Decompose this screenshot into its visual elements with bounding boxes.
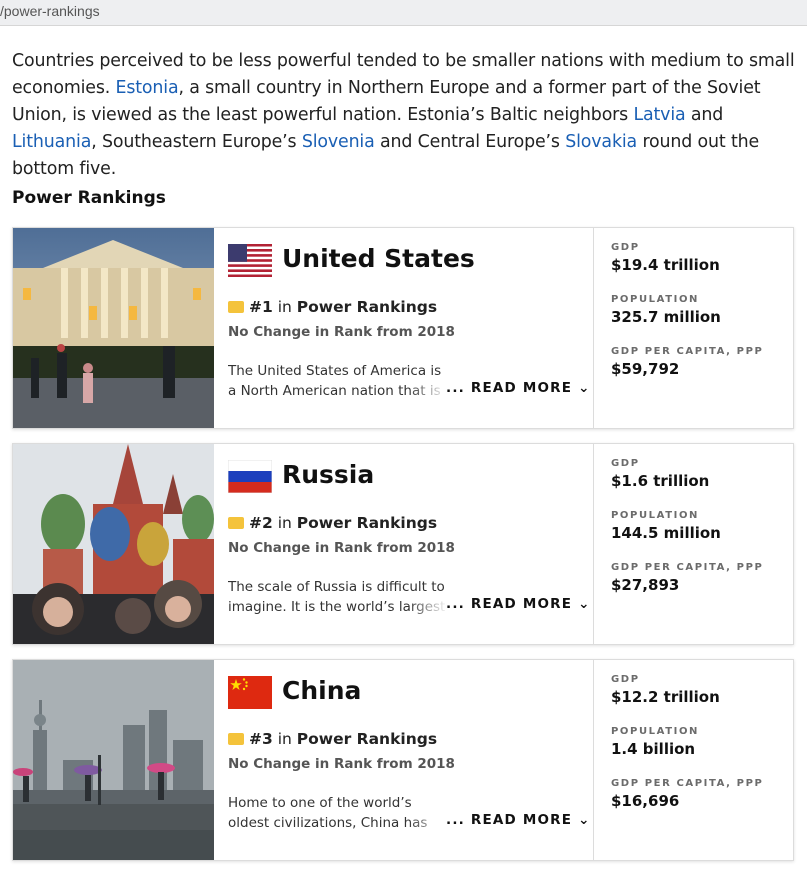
section-title: Power Rankings: [12, 188, 166, 208]
stat-label: POPULATION: [611, 294, 700, 305]
stat-value: $59,792: [611, 360, 680, 378]
text-fade: [408, 381, 448, 401]
stat-label: GDP: [611, 674, 640, 685]
stat-label: GDP PER CAPITA, PPP: [611, 346, 764, 357]
address-bar-text: /power-rankings: [0, 3, 100, 19]
rank-in: in: [272, 730, 297, 748]
country-photo[interactable]: [13, 444, 214, 644]
stat-label: GDP PER CAPITA, PPP: [611, 562, 764, 573]
stat-label: GDP: [611, 458, 640, 469]
ranking-card-russia: Russia #2 in Power Rankings No Change in…: [12, 443, 794, 645]
rank-list-link[interactable]: Power Rankings: [297, 298, 437, 316]
intro-text: , Southeastern Europe’s: [91, 132, 302, 152]
stat-value: $19.4 trillion: [611, 256, 720, 274]
ranking-card-united-states: United States #1 in Power Rankings No Ch…: [12, 227, 794, 429]
stat-value: 1.4 billion: [611, 740, 696, 758]
rank-in: in: [272, 514, 297, 532]
stat-label: POPULATION: [611, 726, 700, 737]
country-description: The scale of Russia is difficult to imag…: [228, 577, 448, 617]
stat-label: POPULATION: [611, 510, 700, 521]
rank-change: No Change in Rank from 2018: [228, 756, 455, 772]
read-more-button[interactable]: ... READ MORE ⌄: [446, 596, 591, 612]
country-name[interactable]: Russia: [282, 460, 374, 489]
country-description: The United States of America is a North …: [228, 361, 448, 401]
ribbon-icon: [228, 517, 244, 529]
card-main: Russia #2 in Power Rankings No Change in…: [228, 444, 593, 644]
stat-value: $12.2 trillion: [611, 688, 720, 706]
rank-change: No Change in Rank from 2018: [228, 324, 455, 340]
link-latvia[interactable]: Latvia: [633, 105, 685, 125]
stat-label: GDP PER CAPITA, PPP: [611, 778, 764, 789]
stats-panel: GDP $19.4 trillion POPULATION 325.7 mill…: [611, 242, 791, 398]
country-description: Home to one of the world’s oldest civili…: [228, 793, 448, 833]
rank-list-link[interactable]: Power Rankings: [297, 514, 437, 532]
intro-text: and: [685, 105, 724, 125]
read-more-button[interactable]: ... READ MORE ⌄: [446, 380, 591, 396]
country-name[interactable]: United States: [282, 244, 475, 273]
divider: [593, 444, 594, 644]
rank-line: #3 in Power Rankings: [228, 730, 437, 748]
rank-change: No Change in Rank from 2018: [228, 540, 455, 556]
rank-list-link[interactable]: Power Rankings: [297, 730, 437, 748]
link-slovakia[interactable]: Slovakia: [565, 132, 637, 152]
card-main: United States #1 in Power Rankings No Ch…: [228, 228, 593, 428]
stat-value: 144.5 million: [611, 524, 721, 542]
ribbon-icon: [228, 733, 244, 745]
rank-number: #1: [249, 298, 273, 316]
description-text: Home to one of the world’s oldest civili…: [228, 795, 427, 831]
intro-paragraph: Countries perceived to be less powerful …: [12, 48, 802, 183]
intro-text: and Central Europe’s: [374, 132, 566, 152]
stats-panel: GDP $12.2 trillion POPULATION 1.4 billio…: [611, 674, 791, 830]
stats-panel: GDP $1.6 trillion POPULATION 144.5 milli…: [611, 458, 791, 614]
russia-flag-icon: [228, 460, 272, 493]
rank-number: #2: [249, 514, 273, 532]
rank-line: #2 in Power Rankings: [228, 514, 437, 532]
stat-label: GDP: [611, 242, 640, 253]
ribbon-icon: [228, 301, 244, 313]
stat-value: $16,696: [611, 792, 680, 810]
rank-in: in: [272, 298, 297, 316]
china-flag-icon: [228, 676, 272, 709]
stat-value: $27,893: [611, 576, 680, 594]
country-photo[interactable]: [13, 660, 214, 860]
us-flag-icon: [228, 244, 272, 277]
divider: [593, 660, 594, 860]
ranking-card-china: China #3 in Power Rankings No Change in …: [12, 659, 794, 861]
text-fade: [408, 813, 448, 833]
card-main: China #3 in Power Rankings No Change in …: [228, 660, 593, 860]
link-slovenia[interactable]: Slovenia: [302, 132, 375, 152]
divider: [593, 228, 594, 428]
stat-value: 325.7 million: [611, 308, 721, 326]
rank-number: #3: [249, 730, 273, 748]
rank-line: #1 in Power Rankings: [228, 298, 437, 316]
country-name[interactable]: China: [282, 676, 361, 705]
stat-value: $1.6 trillion: [611, 472, 710, 490]
link-estonia[interactable]: Estonia: [116, 78, 179, 98]
read-more-button[interactable]: ... READ MORE ⌄: [446, 812, 591, 828]
link-lithuania[interactable]: Lithuania: [12, 132, 91, 152]
text-fade: [408, 597, 448, 617]
address-bar[interactable]: /power-rankings: [0, 0, 807, 26]
country-photo[interactable]: [13, 228, 214, 428]
